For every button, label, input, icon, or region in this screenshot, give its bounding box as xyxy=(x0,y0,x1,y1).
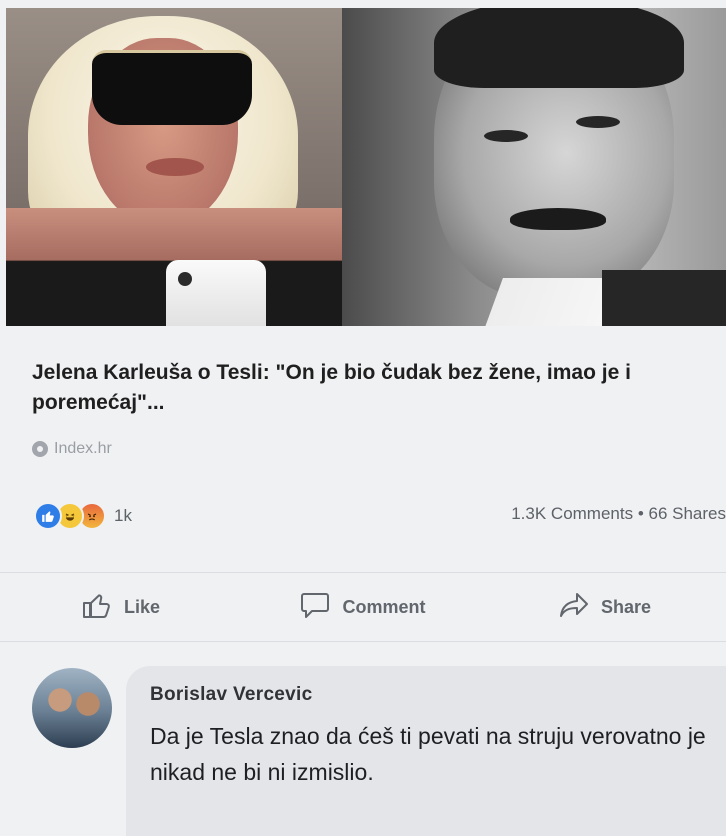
speech-bubble-icon xyxy=(300,591,330,624)
comment-button[interactable]: Comment xyxy=(242,573,484,641)
post-action-bar: Like Comment Share xyxy=(0,572,726,642)
link-source: Index.hr xyxy=(32,438,112,460)
post-stats: 1k 1.3K Comments • 66 Shares xyxy=(34,500,726,530)
comment-author-name[interactable]: Borislav Vercevic xyxy=(150,684,313,706)
comment-label: Comment xyxy=(342,596,426,617)
source-domain: Index.hr xyxy=(54,440,112,457)
reaction-count: 1k xyxy=(114,506,132,525)
photo-woman xyxy=(6,8,342,326)
like-label: Like xyxy=(123,596,161,617)
comments-shares-count[interactable]: 1.3K Comments • 66 Shares xyxy=(511,504,726,524)
commenter-avatar[interactable] xyxy=(32,668,112,748)
comment-text: Da je Tesla znao da ćeš ti pevati na str… xyxy=(150,723,706,785)
link-headline[interactable]: Jelena Karleuša o Tesli: "On je bio čuda… xyxy=(32,358,702,418)
facebook-post: Jelena Karleuša o Tesli: "On je bio čuda… xyxy=(0,0,726,836)
like-reaction-icon xyxy=(34,502,62,530)
link-preview-image[interactable] xyxy=(6,8,726,326)
like-button[interactable]: Like xyxy=(0,573,242,641)
globe-icon xyxy=(32,441,48,457)
photo-man xyxy=(342,8,726,326)
share-button[interactable]: Share xyxy=(484,573,726,641)
thumbs-up-icon xyxy=(82,591,112,624)
share-arrow-icon xyxy=(559,591,589,624)
reactions-summary[interactable]: 1k xyxy=(34,502,132,530)
share-label: Share xyxy=(600,596,652,617)
